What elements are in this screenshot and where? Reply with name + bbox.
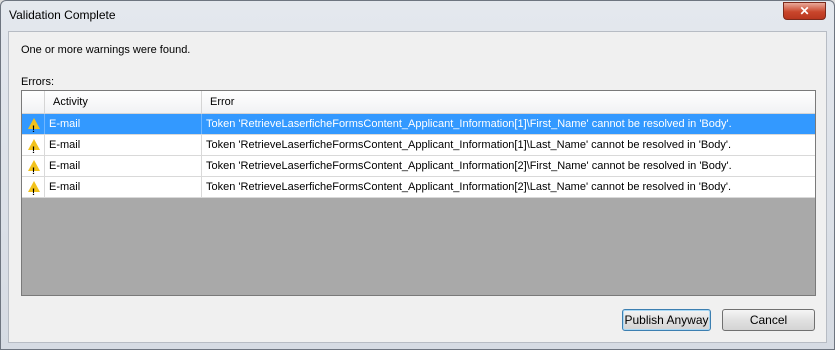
close-icon: ✕ [799,4,810,18]
table-header: Activity Error [22,91,815,114]
warning-icon [28,160,40,181]
title-bar[interactable]: Validation Complete ✕ [1,1,834,31]
activity-cell: E-mail [45,135,202,155]
error-cell: Token 'RetrieveLaserficheFormsContent_Ap… [206,118,732,130]
cancel-button[interactable]: Cancel [722,309,815,331]
error-cell: Token 'RetrieveLaserficheFormsContent_Ap… [206,181,732,193]
publish-anyway-button[interactable]: Publish Anyway [622,309,711,331]
errors-label: Errors: [21,76,54,88]
activity-cell: E-mail [45,114,202,134]
warning-icon [28,118,40,139]
column-header-error[interactable]: Error [202,91,815,113]
table-row[interactable]: E-mail Token 'RetrieveLaserficheFormsCon… [22,135,815,160]
warning-message: One or more warnings were found. [21,44,191,56]
activity-cell: E-mail [45,156,202,176]
column-header-activity[interactable]: Activity [45,91,202,113]
table-row[interactable]: E-mail Token 'RetrieveLaserficheFormsCon… [22,177,815,202]
table-row[interactable]: E-mail Token 'RetrieveLaserficheFormsCon… [22,156,815,181]
dialog-body: One or more warnings were found. Errors:… [8,31,827,343]
table-row[interactable]: E-mail Token 'RetrieveLaserficheFormsCon… [22,114,815,139]
error-cell: Token 'RetrieveLaserficheFormsContent_Ap… [206,139,732,151]
icon-column-header[interactable] [22,91,45,113]
warning-icon [28,181,40,202]
window-title: Validation Complete [9,8,116,22]
error-cell: Token 'RetrieveLaserficheFormsContent_Ap… [206,160,732,172]
validation-dialog: Validation Complete ✕ One or more warnin… [0,0,835,350]
errors-table[interactable]: Activity Error E-mail Token 'RetrieveLas… [21,90,816,296]
close-button[interactable]: ✕ [783,2,826,20]
warning-icon [28,139,40,160]
activity-cell: E-mail [45,177,202,197]
